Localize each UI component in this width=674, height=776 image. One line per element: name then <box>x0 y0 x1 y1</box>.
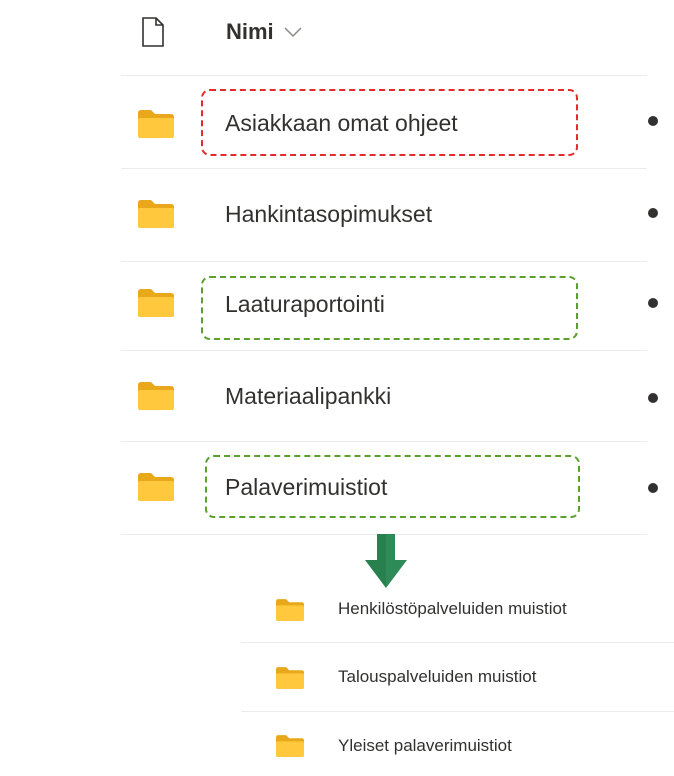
bullet-dot <box>648 116 658 126</box>
folder-name[interactable]: Materiaalipankki <box>225 383 391 410</box>
bullet-dot <box>648 298 658 308</box>
subfolder-name[interactable]: Yleiset palaverimuistiot <box>338 736 512 756</box>
column-header-label: Nimi <box>226 19 274 44</box>
folder-icon <box>138 110 174 138</box>
bullet-dot <box>648 208 658 218</box>
bullet-dot <box>648 483 658 493</box>
folder-icon <box>138 473 174 501</box>
folder-name[interactable]: Palaverimuistiot <box>225 474 387 501</box>
folder-icon <box>276 667 304 689</box>
chevron-down-icon[interactable] <box>284 26 302 38</box>
folder-icon <box>138 200 174 228</box>
folder-icon <box>138 382 174 410</box>
subfolder-name[interactable]: Henkilöstöpalveluiden muistiot <box>338 599 567 619</box>
name-column-header[interactable]: Nimi <box>226 19 302 45</box>
folder-icon <box>276 735 304 757</box>
folder-name[interactable]: Asiakkaan omat ohjeet <box>225 110 458 137</box>
folder-name[interactable]: Hankintasopimukset <box>225 201 432 228</box>
folder-icon <box>276 599 304 621</box>
document-icon <box>142 17 164 47</box>
subfolder-name[interactable]: Talouspalveluiden muistiot <box>338 667 536 687</box>
folder-icon <box>138 289 174 317</box>
bullet-dot <box>648 393 658 403</box>
folder-name[interactable]: Laaturaportointi <box>225 291 385 318</box>
